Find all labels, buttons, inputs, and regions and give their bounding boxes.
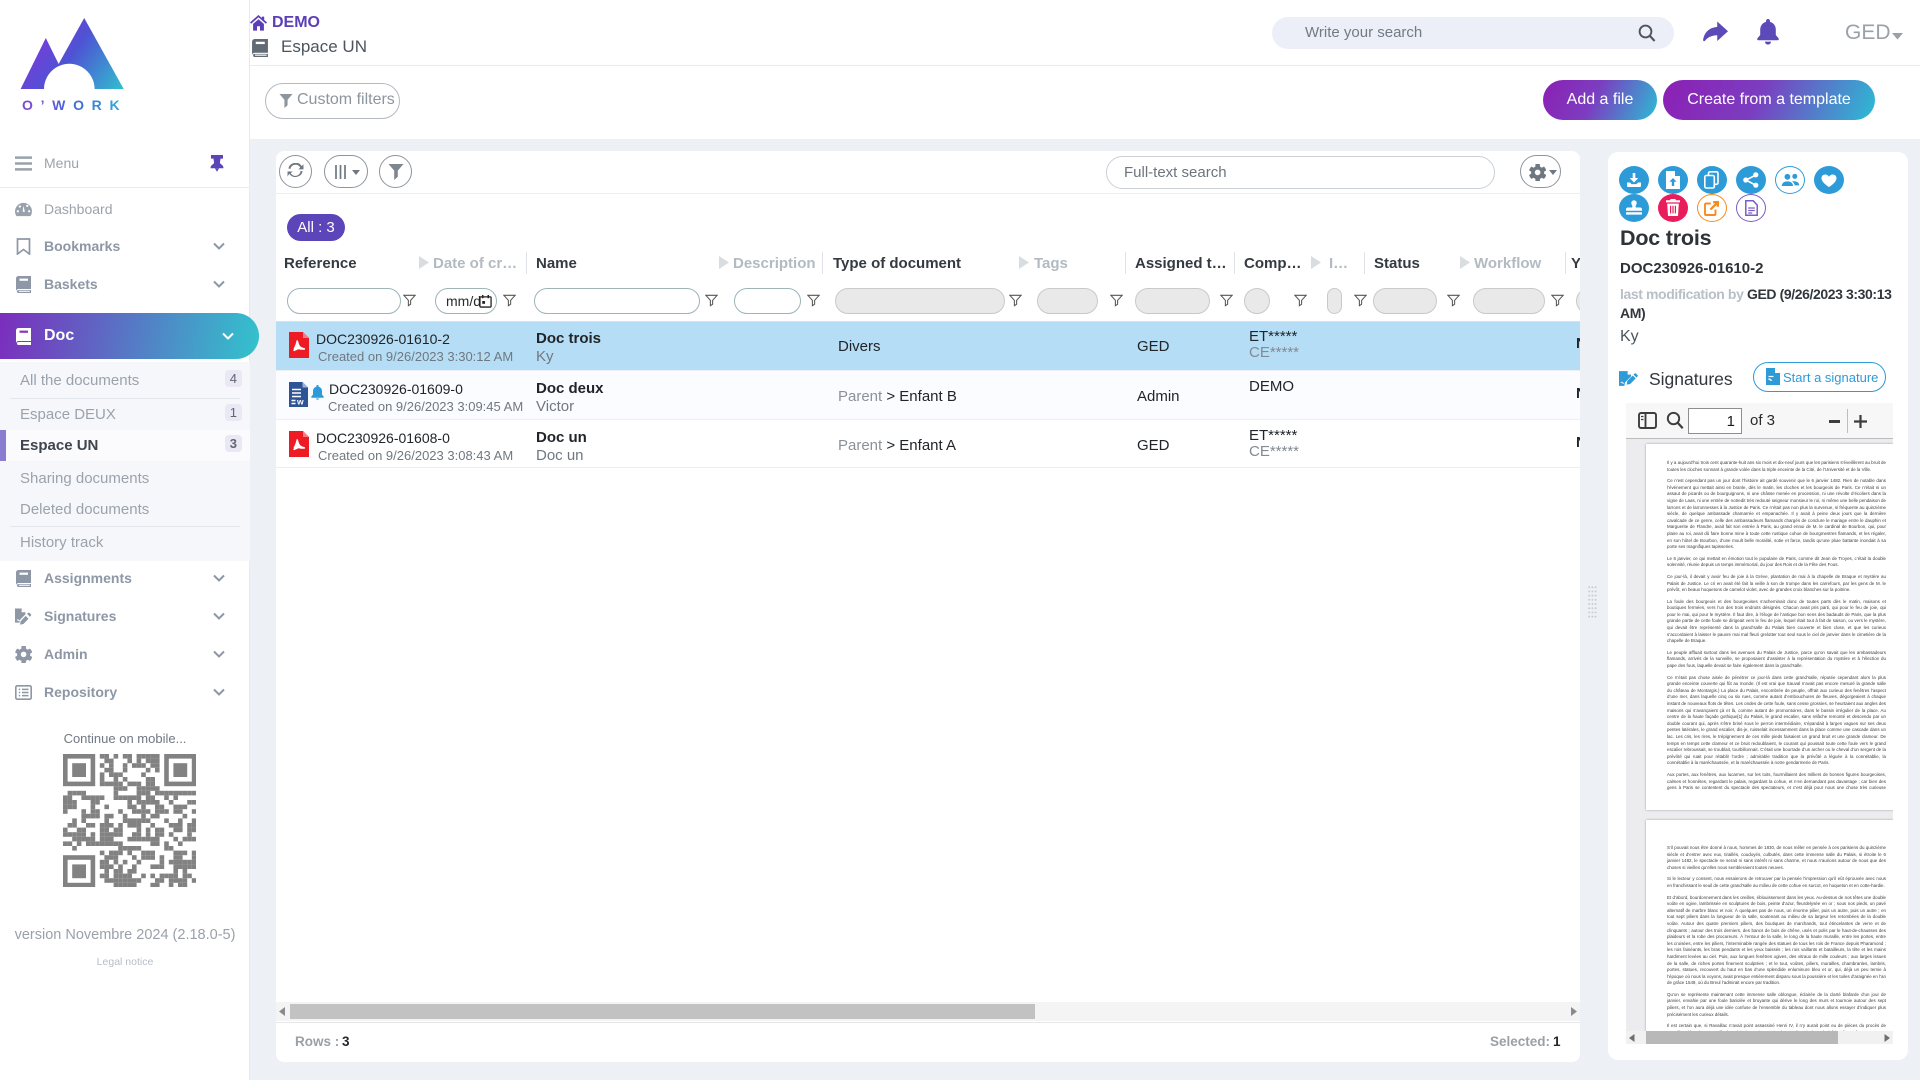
- svg-text:w: w: [296, 397, 304, 407]
- svg-text:O’WORK: O’WORK: [22, 97, 127, 113]
